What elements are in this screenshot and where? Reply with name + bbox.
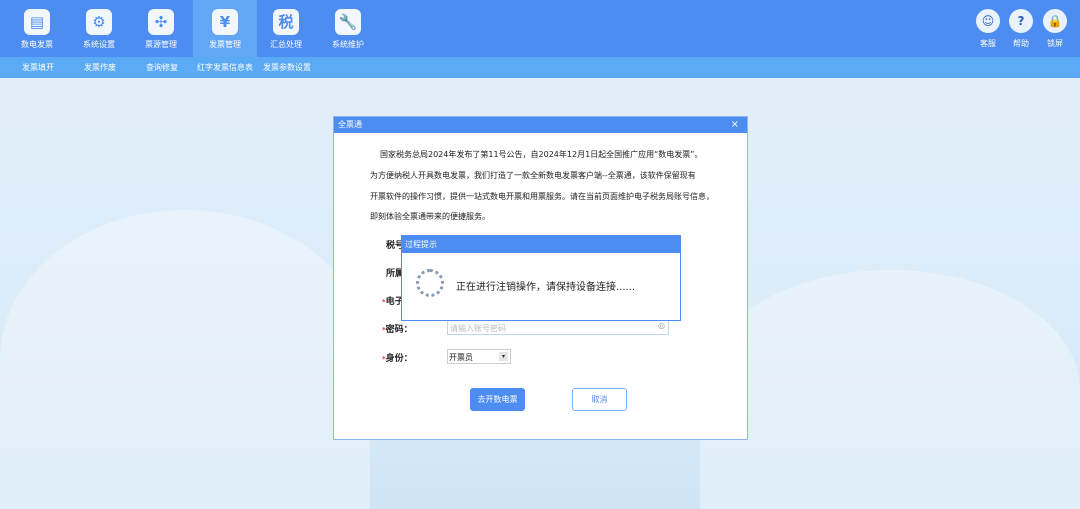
background-decoration [0, 210, 370, 509]
progress-title: 过程提示 [402, 236, 680, 253]
intro-line: 国家税务总局2024年发布了第11号公告，自2024年12月1日起全国推广应用“… [380, 150, 703, 159]
label: 帮助 [1013, 39, 1029, 48]
label: 客服 [980, 39, 996, 48]
robot-icon: ☺ [976, 9, 1000, 33]
password-input[interactable]: 请输入账号密码 ◎ [447, 319, 669, 335]
subnav-params[interactable]: 发票参数设置 [263, 62, 311, 73]
loading-spinner-icon [416, 269, 444, 297]
background-decoration [700, 270, 1080, 509]
nav-ticket-source[interactable]: ✣ 票源管理 [129, 0, 193, 57]
selected-value: 开票员 [449, 353, 473, 362]
nav-label: 数电发票 [21, 40, 53, 49]
progress-message: 正在进行注销操作，请保持设备连接...... [456, 282, 636, 293]
cancel-button[interactable]: 取消 [572, 388, 627, 411]
top-nav: ▤ 数电发票 ⚙ 系统设置 ✣ 票源管理 ¥ 发票管理 税汇总处理 🔧 系统维护 ☺ 客服 … [0, 0, 1080, 57]
intro-line: 即刻体验全票通带来的便捷服务。 [370, 212, 490, 221]
dialog-title: 全票通 [338, 120, 362, 129]
nav-label: 系统设置 [83, 40, 115, 49]
label-text: 身份： [385, 354, 413, 364]
sub-nav: 发票填开 发票作废 查询修复 红字发票信息表 发票参数设置 [0, 57, 1080, 78]
password-label: *密码： [382, 325, 413, 335]
dialog-titlebar: 全票通 × [334, 117, 747, 133]
lock-screen-button[interactable]: 🔒 锁屏 [1040, 9, 1070, 49]
nav-invoice-management[interactable]: ¥ 发票管理 [193, 0, 257, 57]
tax-hand-icon: 税 [273, 9, 299, 35]
nav-label: 票源管理 [145, 40, 177, 49]
invoice-printer-icon: ▤ [24, 9, 50, 35]
nav-label: 汇总处理 [270, 40, 302, 49]
label: 锁屏 [1047, 39, 1063, 48]
help-book-icon: ? [1009, 9, 1033, 33]
intro-line: 开票软件的操作习惯，提供一站式数电开票和用票服务。请在当前页面维护电子税务局账号… [370, 192, 714, 201]
intro-line: 为方便纳税人开具数电发票，我们打造了一款全新数电发票客户端--全票通，该软件保留… [370, 171, 696, 180]
issue-invoice-button[interactable]: 去开数电票 [470, 388, 525, 411]
lock-icon: 🔒 [1043, 9, 1067, 33]
subnav-void[interactable]: 发票作废 [84, 62, 116, 73]
customer-service-button[interactable]: ☺ 客服 [973, 9, 1003, 49]
wrench-icon: 🔧 [335, 9, 361, 35]
role-select[interactable]: 开票员 ▾ [447, 349, 511, 364]
label-text: 密码： [385, 325, 413, 335]
nav-invoice[interactable]: ▤ 数电发票 [5, 0, 69, 57]
placeholder: 请输入账号密码 [450, 324, 506, 333]
chevron-down-icon: ▾ [499, 352, 508, 361]
nav-summary[interactable]: 税汇总处理 [254, 0, 318, 57]
eye-hidden-icon[interactable]: ◎ [658, 321, 665, 330]
close-icon[interactable]: × [731, 117, 739, 133]
gear-icon: ⚙ [86, 9, 112, 35]
network-icon: ✣ [148, 9, 174, 35]
help-button[interactable]: ? 帮助 [1006, 9, 1036, 49]
progress-dialog: 过程提示 正在进行注销操作，请保持设备连接...... [401, 235, 681, 321]
role-label: *身份： [382, 354, 413, 364]
nav-settings[interactable]: ⚙ 系统设置 [67, 0, 131, 57]
subnav-red-invoice[interactable]: 红字发票信息表 [197, 62, 253, 73]
subnav-fill[interactable]: 发票填开 [22, 62, 54, 73]
invoice-yen-icon: ¥ [212, 9, 238, 35]
nav-label: 系统维护 [332, 40, 364, 49]
nav-maintenance[interactable]: 🔧 系统维护 [316, 0, 380, 57]
nav-label: 发票管理 [209, 40, 241, 49]
subnav-query[interactable]: 查询修复 [146, 62, 178, 73]
